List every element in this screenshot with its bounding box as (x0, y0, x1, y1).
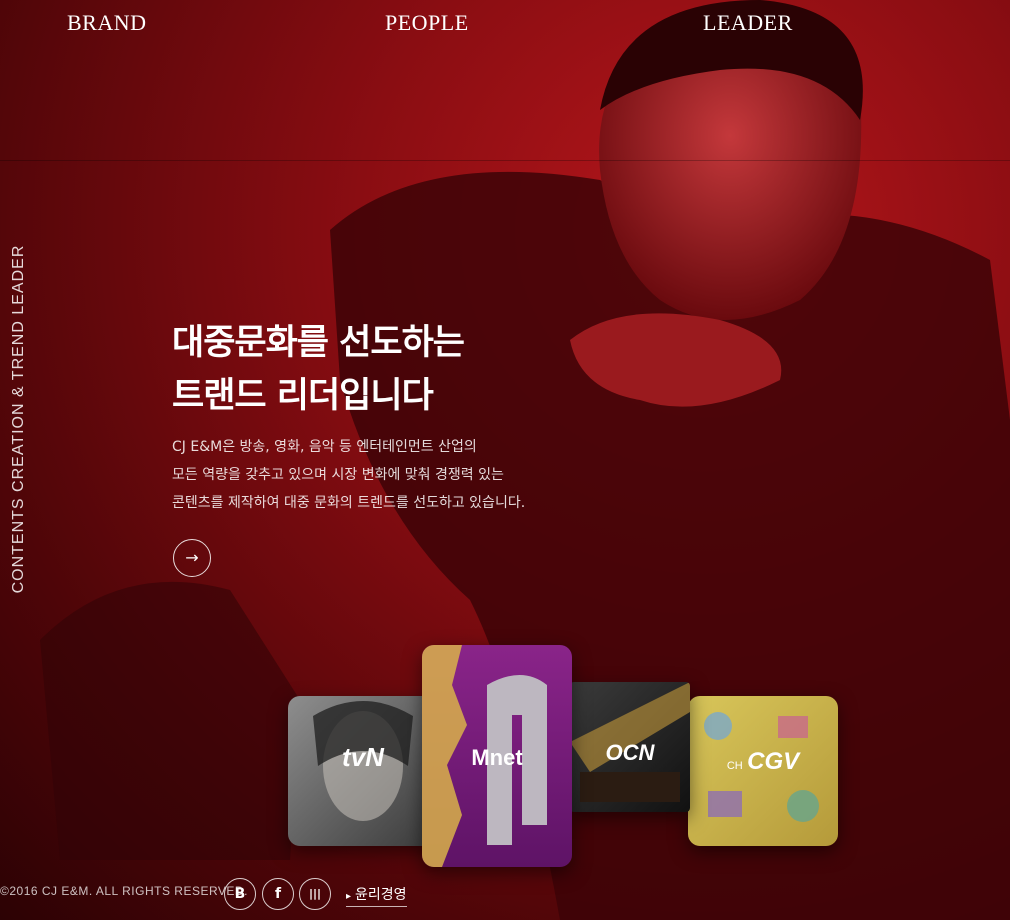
channel-card-mnet[interactable]: Mnet (422, 645, 572, 867)
hero-description-line-1: CJ E&M은 방송, 영화, 음악 등 엔터테인먼트 산업의 (172, 439, 477, 455)
side-tagline: CONTENTS CREATION & TREND LEADER (0, 245, 38, 594)
channel-card-tvn[interactable]: tvN (288, 696, 438, 846)
facebook-link[interactable]: f (262, 878, 294, 910)
channel-card-ocn[interactable]: OCN (570, 682, 690, 812)
tvn-logo-text: tvN (342, 742, 384, 772)
arrow-right-icon: → (185, 548, 199, 567)
channel-card-chcgv[interactable]: CH CGV (688, 696, 838, 846)
blog-link[interactable]: B (224, 878, 256, 910)
mnet-logo-text: Mnet (471, 745, 523, 770)
chcgv-logo: CH CGV (688, 748, 838, 776)
chcgv-logo-main: CGV (747, 748, 800, 775)
hero-headline-line-1: 대중문화를 선도하는 (172, 323, 465, 363)
barcode-icon: ||| (308, 887, 322, 900)
hero-description-line-2: 모든 역량을 갖추고 있으며 시장 변화에 맞춰 경쟁력 있는 (172, 467, 504, 483)
facebook-icon: f (274, 886, 282, 902)
side-tagline-text: CONTENTS CREATION & TREND LEADER (10, 244, 27, 594)
main-visual: BRAND PEOPLE LEADER CONTENTS CREATION & … (0, 0, 1010, 920)
hero-description-line-3: 콘텐츠를 제작하여 대중 문화의 트렌드를 선도하고 있습니다. (172, 495, 526, 511)
nav-item-brand[interactable]: BRAND (67, 10, 146, 44)
ethics-link-label: 윤리경영 (355, 887, 407, 903)
ocn-logo-text: OCN (605, 740, 655, 765)
nav-item-leader[interactable]: LEADER (703, 10, 792, 44)
nav-divider (0, 160, 1010, 161)
ethics-link[interactable]: ▸ 윤리경영 (346, 884, 407, 907)
hero-headline-line-2: 트랜드 리더입니다 (172, 376, 434, 416)
more-button[interactable]: → (173, 539, 211, 577)
blog-icon: B (234, 886, 246, 902)
triangle-right-icon: ▸ (346, 891, 352, 902)
chcgv-logo-prefix: CH (726, 760, 743, 772)
nav-item-people[interactable]: PEOPLE (385, 10, 468, 44)
barcode-link[interactable]: ||| (299, 878, 331, 910)
copyright-text: ©2016 CJ E&M. ALL RIGHTS RESERVED. (0, 884, 248, 898)
